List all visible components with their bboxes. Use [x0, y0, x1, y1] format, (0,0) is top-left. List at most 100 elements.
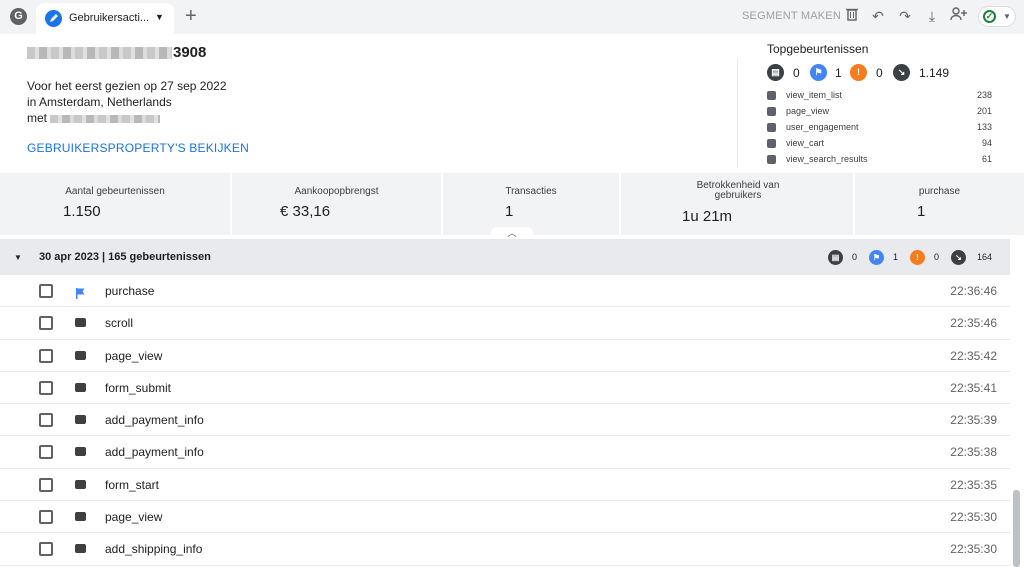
- list-item[interactable]: add_shipping_info 22:35:30: [0, 533, 1010, 566]
- app-avatar[interactable]: G: [10, 8, 27, 25]
- day-device-count: 0: [852, 252, 858, 262]
- event-icon: [75, 512, 86, 522]
- add-tab-button[interactable]: +: [185, 5, 197, 27]
- list-item[interactable]: page_view 22:35:42: [0, 339, 1010, 372]
- event-list: purchase 22:36:46 scroll 22:35:46 page_v…: [0, 275, 1010, 566]
- location-line: in Amsterdam, Netherlands: [27, 95, 172, 109]
- row-checkbox[interactable]: [39, 316, 53, 331]
- day-warning-count: 0: [934, 252, 940, 262]
- event-time: 22:35:30: [950, 510, 997, 525]
- event-icon: [75, 447, 86, 457]
- top-event-name: user_engagement: [786, 122, 859, 132]
- event-name: add_payment_info: [105, 445, 204, 460]
- device-label: met: [27, 111, 48, 125]
- top-event-count: 201: [976, 106, 992, 116]
- chevron-down-icon[interactable]: ▼: [155, 12, 164, 22]
- warning-icon: !: [910, 250, 925, 265]
- stat-transactions: Transacties 1: [443, 173, 621, 235]
- delete-icon[interactable]: [843, 7, 861, 25]
- event-name: form_start: [105, 477, 160, 492]
- list-item[interactable]: add_payment_info 22:35:39: [0, 404, 1010, 437]
- redo-icon[interactable]: ↷: [896, 7, 914, 25]
- list-item[interactable]: form_submit 22:35:41: [0, 371, 1010, 405]
- first-seen-date: 27 sep 2022: [160, 79, 227, 93]
- row-checkbox[interactable]: [39, 510, 53, 525]
- view-user-properties-link[interactable]: GEBRUIKERSPROPERTY'S BEKIJKEN: [27, 141, 249, 155]
- location-value: Amsterdam, Netherlands: [39, 95, 172, 109]
- warning-icon: !: [850, 64, 867, 81]
- stat-value: 1: [505, 203, 514, 220]
- day-group-header[interactable]: ▼ 30 apr 2023 | 165 gebeurtenissen ▤ 0 ⚑…: [0, 239, 1010, 275]
- stat-value: € 33,16: [280, 203, 331, 220]
- user-explorer-panel: 3908 Voor het eerst gezien op 27 sep 202…: [0, 34, 1024, 567]
- undo-icon[interactable]: ↶: [869, 7, 887, 25]
- top-event-row: page_view 201: [767, 104, 992, 120]
- make-segment-button[interactable]: SEGMENT MAKEN: [742, 10, 841, 22]
- check-circle-icon: ✓: [983, 10, 996, 23]
- row-checkbox[interactable]: [39, 477, 53, 492]
- expand-triangle-icon[interactable]: ▼: [14, 253, 22, 262]
- scrollbar[interactable]: [1013, 490, 1020, 567]
- pencil-icon: [45, 10, 62, 27]
- top-event-row: view_cart 94: [767, 136, 992, 152]
- top-bar: G Gebruikersacti... ▼ + SEGMENT MAKEN ↶ …: [0, 0, 1024, 34]
- event-time: 22:35:30: [950, 542, 997, 557]
- event-name: page_view: [105, 348, 163, 363]
- divider: [737, 58, 738, 168]
- stat-user-engagement: Betrokkenheid van gebruikers 1u 21m: [621, 173, 855, 235]
- event-icon: [75, 479, 86, 489]
- event-icon: [75, 350, 86, 360]
- download-icon[interactable]: ⤓: [923, 7, 941, 25]
- redacted-id: [27, 47, 172, 60]
- first-seen-line: Voor het eerst gezien op 27 sep 2022: [27, 79, 227, 93]
- event-name: purchase: [105, 284, 155, 298]
- event-icon: [75, 544, 86, 554]
- warning-event-count: 0: [876, 66, 883, 80]
- event-time: 22:35:42: [950, 348, 997, 363]
- top-event-count: 61: [981, 154, 992, 164]
- top-event-row: user_engagement 133: [767, 120, 992, 136]
- list-item[interactable]: form_start 22:35:35: [0, 468, 1010, 502]
- device-event-icon: ▤: [767, 64, 784, 81]
- tab-user-activity[interactable]: Gebruikersacti... ▼: [36, 3, 174, 34]
- chevron-up-icon[interactable]: ︿: [491, 227, 533, 239]
- generic-event-count: 1.149: [919, 66, 950, 80]
- top-event-row: view_search_results 61: [767, 152, 992, 168]
- stat-purchase-revenue: Aankoopopbrengst € 33,16: [232, 173, 443, 235]
- device-event-count: 0: [793, 66, 800, 80]
- list-item[interactable]: purchase 22:36:46: [0, 275, 1010, 308]
- list-item[interactable]: add_payment_info 22:35:38: [0, 436, 1010, 469]
- event-name: add_payment_info: [105, 413, 204, 428]
- row-checkbox[interactable]: [39, 542, 53, 557]
- list-item[interactable]: page_view 22:35:30: [0, 501, 1010, 534]
- event-time: 22:35:38: [950, 445, 997, 460]
- first-seen-label: Voor het eerst gezien op: [27, 79, 161, 93]
- top-event-count: 238: [976, 90, 992, 100]
- flag-icon: [75, 286, 86, 299]
- status-dropdown[interactable]: ✓ ▼: [978, 6, 1016, 27]
- stat-label: Aantal gebeurtenissen: [65, 186, 165, 197]
- stat-label: Aankoopopbrengst: [294, 186, 379, 197]
- row-checkbox[interactable]: [39, 413, 53, 428]
- redacted-device: [50, 114, 161, 123]
- flag-event-count: 1: [835, 66, 842, 80]
- row-checkbox[interactable]: [39, 348, 53, 363]
- day-flag-count: 1: [893, 252, 899, 262]
- flag-icon: ⚑: [810, 64, 827, 81]
- event-icon: [767, 107, 776, 116]
- device-line: met: [27, 111, 161, 125]
- stat-label: purchase: [918, 186, 961, 197]
- event-time: 22:35:41: [950, 380, 997, 395]
- event-icon: ↘: [893, 64, 910, 81]
- user-id: 3908: [27, 44, 206, 61]
- top-event-name: view_cart: [786, 138, 825, 148]
- stat-event-count: Aantal gebeurtenissen 1.150: [0, 173, 232, 235]
- row-checkbox[interactable]: [39, 284, 53, 298]
- share-users-icon[interactable]: [950, 7, 968, 25]
- top-events-title: Topgebeurtenissen: [767, 42, 869, 56]
- chevron-down-icon: ▼: [1003, 12, 1011, 21]
- row-checkbox[interactable]: [39, 380, 53, 395]
- row-checkbox[interactable]: [39, 445, 53, 460]
- list-item[interactable]: scroll 22:35:46: [0, 307, 1010, 340]
- event-icon: [767, 139, 776, 148]
